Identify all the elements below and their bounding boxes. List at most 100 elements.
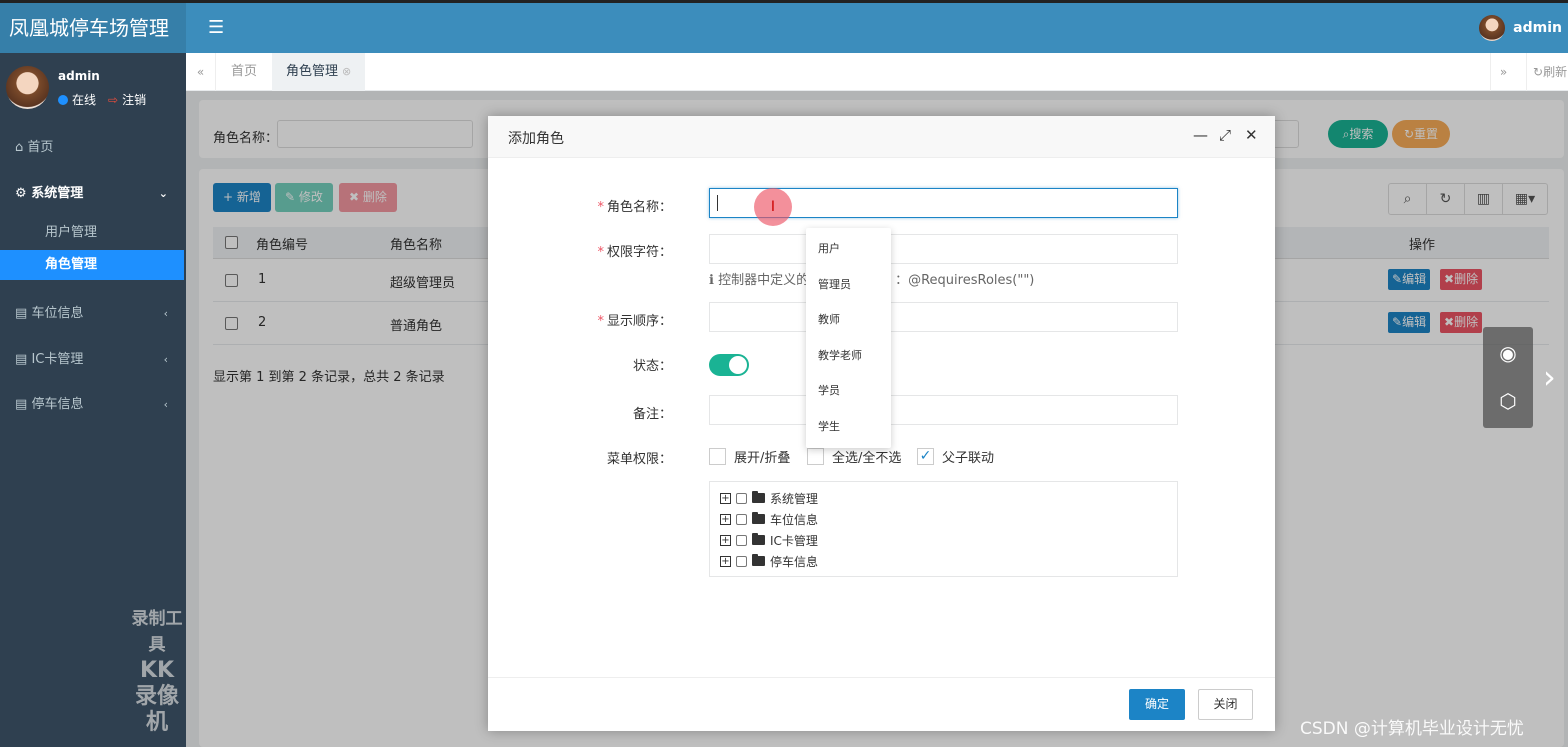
settings-hex-icon[interactable]: ⬡	[1483, 389, 1533, 413]
top-user-menu[interactable]: admin	[1479, 14, 1562, 42]
status-field-label: 状态：	[632, 359, 672, 374]
autocomplete-option[interactable]: 学生	[818, 418, 840, 434]
chevron-left-icon: ‹	[163, 353, 168, 366]
role-name-field-label: * 角色名称：	[597, 200, 672, 215]
expand-plus-icon[interactable]: +	[720, 555, 731, 567]
tabs-scroll-right-icon[interactable]: »	[1490, 53, 1516, 91]
chevron-down-icon: ⌄	[158, 187, 168, 200]
sidebar: admin 在线 ⇨ 注销 ⌂ 首页 ⚙ 系统管理 ⌄ 用户管理 角色管理 ▤ …	[0, 53, 186, 747]
book-icon: ▤	[15, 306, 28, 321]
top-user-name: admin	[1513, 20, 1562, 36]
sidebar-item-label: 首页	[27, 140, 54, 155]
avatar	[1479, 15, 1506, 41]
gear-icon: ⚙	[15, 186, 27, 201]
dialog-footer: 确定 关闭	[488, 677, 1275, 731]
recorder-watermark: 录制工具 KK 录像机	[131, 609, 183, 735]
sidebar-item-label: IC卡管理	[31, 352, 84, 367]
close-button[interactable]: 关闭	[1198, 689, 1253, 720]
refresh-icon: ↻	[1533, 65, 1544, 79]
dialog-title: 添加角色	[508, 131, 564, 147]
sidebar-item-label: 车位信息	[31, 306, 84, 321]
expand-plus-icon[interactable]: +	[720, 534, 731, 546]
folder-icon	[752, 554, 765, 566]
book-icon: ▤	[15, 352, 28, 367]
tree-node[interactable]: + 系统管理	[720, 488, 818, 508]
sidebar-item-parking-space[interactable]: ▤ 车位信息 ‹	[0, 299, 186, 329]
logout-icon[interactable]: ⇨	[108, 93, 118, 107]
tab-role-mgmt[interactable]: 角色管理 ⊗	[272, 53, 366, 91]
mouse-cursor-indicator: I	[754, 188, 792, 226]
chevron-right-icon[interactable]: ›	[1543, 358, 1556, 396]
sidebar-item-role-mgmt[interactable]: 角色管理	[0, 250, 184, 280]
sidebar-user-panel: admin 在线 ⇨ 注销	[6, 66, 182, 114]
refresh-button[interactable]: ↻刷新	[1526, 53, 1568, 91]
csdn-watermark: CSDN @计算机毕业设计无忧	[1300, 719, 1524, 739]
chevron-left-icon: ‹	[163, 398, 168, 411]
confirm-button[interactable]: 确定	[1129, 689, 1185, 720]
linkage-option[interactable]: ✓ 父子联动	[917, 447, 994, 466]
sidebar-item-label: 系统管理	[31, 186, 84, 201]
info-icon: ℹ	[709, 273, 714, 288]
tree-checkbox[interactable]	[736, 513, 747, 525]
close-icon[interactable]: ✕	[1245, 126, 1258, 144]
perm-key-field-label: * 权限字符：	[597, 245, 672, 260]
tree-checkbox[interactable]	[736, 492, 747, 504]
tabs-scroll-left-icon[interactable]: «	[186, 53, 216, 91]
folder-icon	[752, 512, 765, 524]
sidebar-item-ic-card[interactable]: ▤ IC卡管理 ‹	[0, 345, 186, 375]
user-status: 在线 ⇨ 注销	[58, 91, 146, 108]
expand-plus-icon[interactable]: +	[720, 492, 731, 504]
top-header: 凤凰城停车场管理 ☰ admin	[0, 0, 1568, 53]
avatar	[6, 66, 49, 109]
chevron-left-icon: ‹	[163, 307, 168, 320]
book-icon: ▤	[15, 397, 28, 412]
camera-icon[interactable]: ◉	[1483, 341, 1533, 365]
autocomplete-option[interactable]: 用户	[818, 240, 840, 256]
autocomplete-option[interactable]: 教师	[818, 311, 840, 327]
expand-checkbox[interactable]	[709, 448, 726, 465]
select-all-option[interactable]: 全选/全不选	[807, 447, 901, 466]
status-toggle[interactable]	[709, 354, 749, 376]
tree-checkbox[interactable]	[736, 534, 747, 546]
folder-icon	[752, 491, 765, 503]
close-icon[interactable]: ⊗	[342, 65, 351, 78]
tree-checkbox[interactable]	[736, 555, 747, 567]
remark-field-label: 备注：	[632, 407, 672, 422]
autocomplete-option[interactable]: 学员	[818, 382, 840, 398]
folder-icon	[752, 533, 765, 545]
sidebar-item-label: 停车信息	[31, 397, 84, 412]
maximize-icon[interactable]: ⤢	[1219, 126, 1231, 144]
text-caret	[717, 195, 718, 211]
dialog-header: 添加角色 — ⤢ ✕	[488, 116, 1275, 158]
order-field-label: * 显示顺序：	[597, 314, 672, 329]
online-dot-icon	[58, 94, 68, 105]
home-icon: ⌂	[15, 140, 24, 155]
tabs-bar: « 首页 角色管理 ⊗ » ↻刷新	[186, 53, 1568, 91]
select-all-checkbox[interactable]	[807, 448, 824, 465]
menu-icon[interactable]: ☰	[208, 17, 224, 38]
online-label: 在线	[72, 93, 97, 107]
minimize-icon[interactable]: —	[1193, 126, 1208, 144]
linkage-checkbox[interactable]: ✓	[917, 448, 934, 465]
sidebar-item-home[interactable]: ⌂ 首页	[0, 133, 186, 163]
remark-input[interactable]	[709, 395, 1178, 425]
order-input[interactable]	[709, 302, 1178, 332]
tree-node[interactable]: + IC卡管理	[720, 530, 818, 550]
sidebar-user-name: admin	[58, 69, 100, 83]
floating-toolbar: ◉ ⬡	[1483, 327, 1533, 428]
sidebar-item-system[interactable]: ⚙ 系统管理 ⌄	[0, 179, 186, 209]
logout-link[interactable]: 注销	[122, 91, 146, 108]
app-brand[interactable]: 凤凰城停车场管理	[0, 3, 186, 53]
autocomplete-dropdown: 用户 管理员 教师 教学老师 学员 学生	[806, 228, 891, 448]
tree-node[interactable]: + 车位信息	[720, 509, 818, 529]
menu-tree: + 系统管理 + 车位信息 + IC卡管理 + 停车信息	[709, 481, 1178, 577]
perm-key-input[interactable]	[709, 234, 1178, 264]
autocomplete-option[interactable]: 管理员	[818, 276, 851, 292]
tree-node[interactable]: + 停车信息	[720, 551, 818, 571]
expand-collapse-option[interactable]: 展开/折叠	[709, 447, 790, 466]
expand-plus-icon[interactable]: +	[720, 513, 731, 525]
tab-home[interactable]: 首页	[217, 53, 271, 91]
autocomplete-option[interactable]: 教学老师	[818, 347, 862, 363]
sidebar-item-user-mgmt[interactable]: 用户管理	[0, 218, 186, 248]
sidebar-item-parking-info[interactable]: ▤ 停车信息 ‹	[0, 390, 186, 420]
